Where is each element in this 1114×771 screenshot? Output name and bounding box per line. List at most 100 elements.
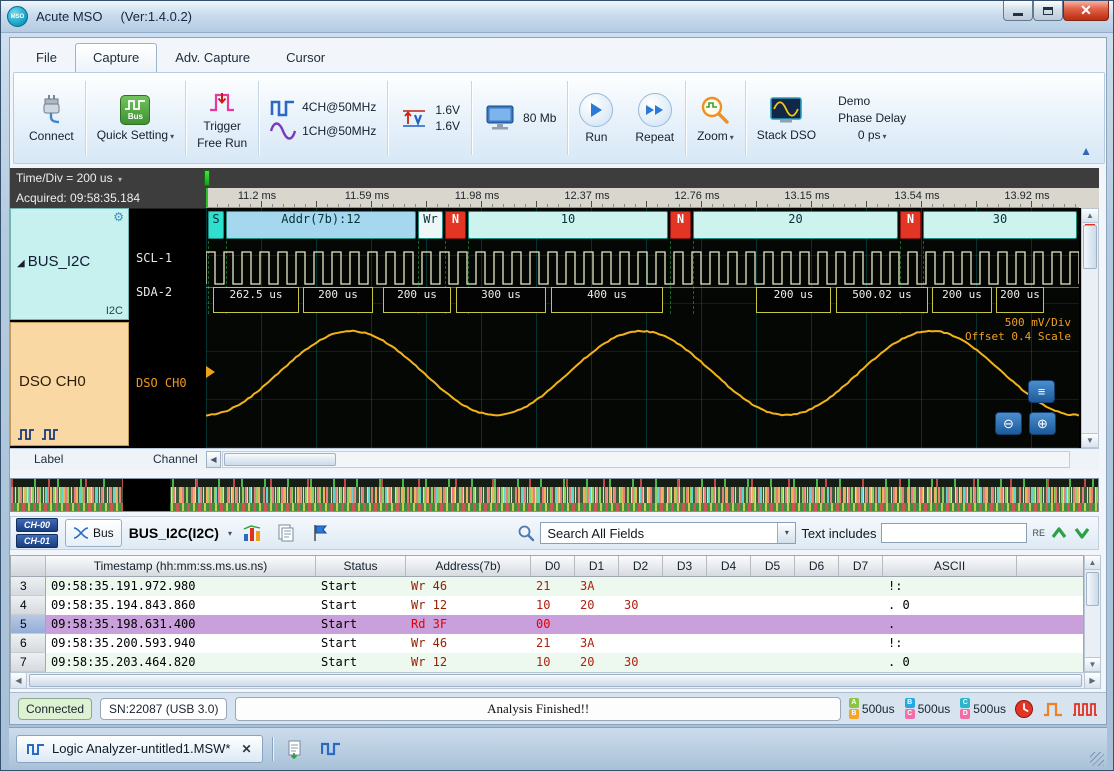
bus-i2c-label-box[interactable]: ⚙ ◢BUS_I2C I2C: [10, 208, 129, 320]
pulse-icon[interactable]: [41, 427, 59, 441]
table-row[interactable]: 609:58:35.200.593.940StartWr 46213A!:: [11, 634, 1083, 653]
new-report-button[interactable]: [282, 735, 309, 762]
statistics-button[interactable]: [239, 520, 266, 547]
tab-logic-analyzer-document[interactable]: Logic Analyzer-untitled1.MSW* ✕: [16, 735, 263, 763]
column-header[interactable]: D5: [751, 556, 795, 576]
scroll-up-arrow[interactable]: ▲: [1082, 209, 1098, 223]
scroll-down-arrow[interactable]: ▼: [1085, 657, 1100, 671]
chevron-down-icon[interactable]: ▾: [777, 523, 795, 543]
tab-file[interactable]: File: [18, 43, 75, 72]
memory-group[interactable]: 80 Mb: [472, 76, 567, 160]
table-row[interactable]: 509:58:35.198.631.400StartRd 3F00.: [11, 615, 1083, 634]
column-header[interactable]: D6: [795, 556, 839, 576]
table-horizontal-scrollbar[interactable]: ◀ ▶: [10, 672, 1101, 689]
multi-pulse-icon[interactable]: [1072, 700, 1098, 718]
scroll-right-arrow[interactable]: ▶: [1084, 673, 1100, 688]
maximize-button[interactable]: [1033, 1, 1063, 21]
search-field-dropdown[interactable]: Search All Fields ▾: [540, 522, 796, 544]
search-text-input[interactable]: [881, 523, 1027, 543]
single-pulse-icon[interactable]: [1042, 700, 1064, 718]
scroll-up-arrow[interactable]: ▲: [1085, 556, 1100, 570]
decode-bubble-data[interactable]: 30: [923, 211, 1077, 239]
cursor-timer-ab[interactable]: AB500us: [849, 698, 895, 719]
pulse-icon[interactable]: [17, 427, 35, 441]
column-header[interactable]: Address(7b): [406, 556, 531, 576]
threshold-group[interactable]: 1.6V 1.6V: [388, 76, 471, 160]
search-up-button[interactable]: [1050, 525, 1068, 541]
scroll-thumb[interactable]: [224, 453, 336, 466]
tab-ch-01[interactable]: CH-01: [16, 534, 58, 548]
scroll-down-arrow[interactable]: ▼: [1082, 433, 1098, 447]
dso-level-marker[interactable]: [206, 366, 215, 378]
dso-channel-label[interactable]: DSO CH0: [136, 376, 187, 390]
column-header[interactable]: D0: [531, 556, 575, 576]
tab-ch-00[interactable]: CH-00: [16, 518, 58, 532]
time-ruler[interactable]: 11.2 ms11.59 ms11.98 ms12.37 ms12.76 ms1…: [206, 188, 1079, 208]
bus-select-button[interactable]: Bus: [65, 519, 122, 547]
connect-button[interactable]: Connect: [18, 76, 85, 160]
decode-bubble-nack[interactable]: N: [900, 211, 921, 239]
active-bus-name[interactable]: BUS_I2C(I2C): [129, 525, 219, 541]
cursor-timer-cd[interactable]: CD500us: [960, 698, 1006, 719]
scroll-thumb[interactable]: [1083, 225, 1097, 269]
time-div-control[interactable]: Time/Div = 200 us ▾: [10, 168, 206, 188]
decode-bubble-data[interactable]: 10: [468, 211, 668, 239]
decode-bubble-wr[interactable]: Wr: [418, 211, 443, 239]
column-header[interactable]: D7: [839, 556, 883, 576]
column-header[interactable]: Status: [316, 556, 406, 576]
wave-horizontal-scrollbar[interactable]: [222, 451, 1070, 468]
decode-bubble-nack[interactable]: N: [670, 211, 691, 239]
capture-overview-strip[interactable]: [10, 478, 1099, 512]
phase-delay-group[interactable]: Demo Phase Delay 0 ps▾: [827, 76, 917, 160]
search-down-button[interactable]: [1073, 525, 1091, 541]
tab-adv-capture[interactable]: Adv. Capture: [157, 43, 268, 72]
scroll-left-arrow[interactable]: ◀: [11, 673, 27, 688]
column-header[interactable]: D2: [619, 556, 663, 576]
trigger-position-marker[interactable]: [204, 170, 210, 186]
layers-button[interactable]: ≡: [1028, 380, 1055, 403]
expand-triangle-icon[interactable]: ◢: [17, 258, 25, 269]
close-tab-icon[interactable]: ✕: [241, 742, 251, 756]
tab-cursor[interactable]: Cursor: [268, 43, 343, 72]
scroll-left-arrow[interactable]: ◀: [206, 451, 221, 468]
zoom-in-button[interactable]: ⊕: [1029, 412, 1056, 435]
resize-grip[interactable]: [1090, 752, 1104, 766]
scroll-thumb[interactable]: [1086, 572, 1099, 606]
column-header[interactable]: ASCII: [883, 556, 1017, 576]
table-vertical-scrollbar[interactable]: ▲ ▼: [1084, 555, 1101, 672]
clock-icon[interactable]: [1014, 699, 1034, 719]
tab-capture[interactable]: Capture: [75, 43, 157, 72]
table-row[interactable]: 309:58:35.191.972.980StartWr 46213A!:: [11, 577, 1083, 596]
scl-channel-label[interactable]: SCL-1: [136, 251, 172, 265]
stack-dso-button[interactable]: Stack DSO: [746, 76, 827, 160]
column-header[interactable]: D4: [707, 556, 751, 576]
waveform-canvas[interactable]: SAddr(7b):12WrN10N20N30 262.5 us200 us20…: [206, 208, 1079, 448]
run-button[interactable]: Run: [568, 76, 624, 160]
new-logic-analyzer-button[interactable]: [318, 735, 345, 762]
gear-icon[interactable]: ⚙: [113, 210, 124, 224]
dso-ch0-label-box[interactable]: DSO CH0: [10, 322, 129, 446]
column-header[interactable]: D3: [663, 556, 707, 576]
table-row[interactable]: 709:58:35.203.464.820StartWr 12102030. 0: [11, 653, 1083, 672]
decode-bubble-addr[interactable]: Addr(7b):12: [226, 211, 416, 239]
table-row[interactable]: 409:58:35.194.843.860StartWr 12102030. 0: [11, 596, 1083, 615]
trigger-button[interactable]: Trigger Free Run: [186, 76, 258, 160]
wave-vertical-scrollbar[interactable]: ▲ ▼: [1081, 208, 1099, 448]
column-header[interactable]: D1: [575, 556, 619, 576]
decode-bubble-nack[interactable]: N: [445, 211, 466, 239]
repeat-button[interactable]: Repeat: [624, 76, 685, 160]
table-header-row[interactable]: Timestamp (hh:mm:ss.ms.us.ns)StatusAddre…: [10, 555, 1084, 577]
collapse-toolbar-button[interactable]: ▲: [1080, 145, 1092, 157]
sda-channel-label[interactable]: SDA-2: [136, 285, 172, 299]
zoom-out-button[interactable]: ⊖: [995, 412, 1022, 435]
flag-button[interactable]: [307, 520, 334, 547]
decode-bubble-start[interactable]: S: [208, 211, 224, 239]
report-button[interactable]: [273, 520, 300, 547]
column-header[interactable]: Timestamp (hh:mm:ss.ms.us.ns): [46, 556, 316, 576]
column-header[interactable]: [11, 556, 46, 576]
cursor-timer-bc[interactable]: BC500us: [905, 698, 951, 719]
decode-bubble-data[interactable]: 20: [693, 211, 898, 239]
close-button[interactable]: ✕: [1063, 1, 1109, 21]
chevron-down-icon[interactable]: ▾: [228, 529, 232, 538]
sample-rate-group[interactable]: 4CH@50MHz 1CH@50MHz: [259, 76, 387, 160]
